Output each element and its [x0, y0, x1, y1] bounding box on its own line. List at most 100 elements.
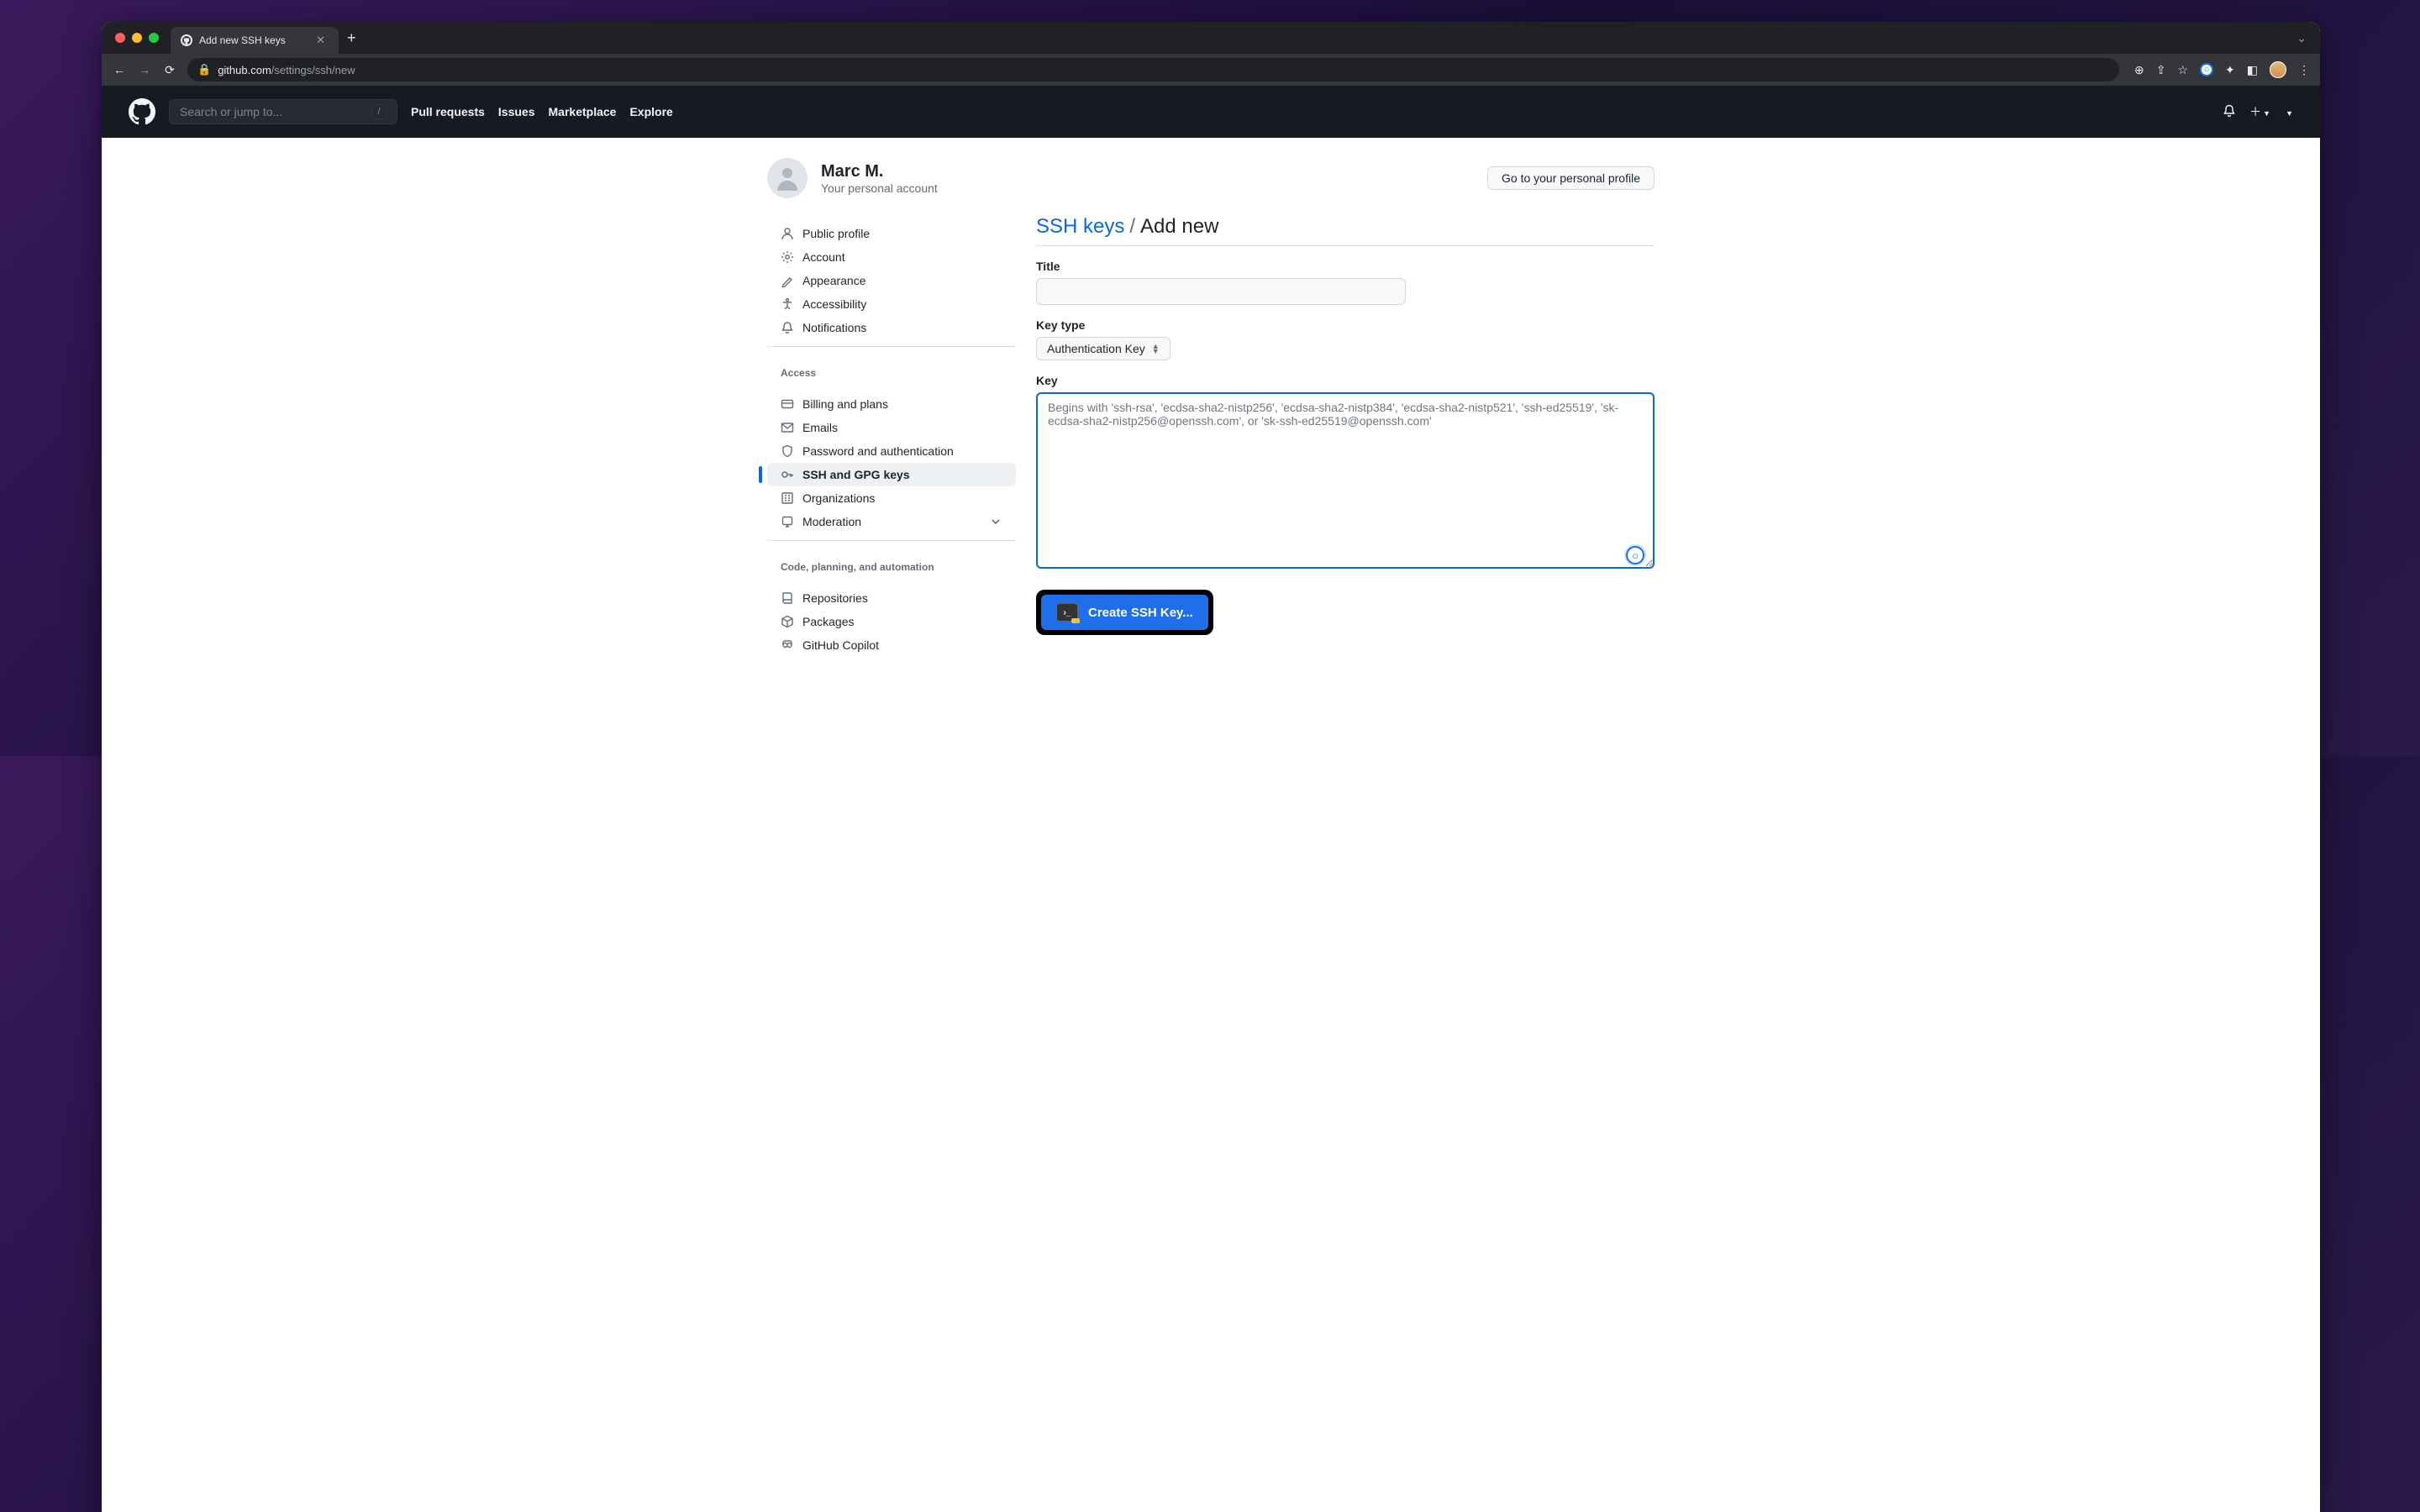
notifications-icon[interactable]: [2223, 104, 2236, 120]
sidebar-item-appearance[interactable]: Appearance: [767, 269, 1016, 292]
access-icon: [781, 297, 794, 311]
nav-explore[interactable]: Explore: [629, 105, 672, 118]
repo-icon: [781, 591, 794, 605]
traffic-lights: [110, 33, 171, 43]
toolbar-actions: ⊕ ⇪ ☆ ○ ✦ ◧ ⋮: [2129, 61, 2310, 78]
maximize-window-button[interactable]: [149, 33, 159, 43]
sidebar-item-label: SSH and GPG keys: [802, 468, 910, 481]
profile-avatar: [767, 158, 808, 198]
toolbar: ← → ⟳ 🔒 github.com/settings/ssh/new ⊕ ⇪ …: [102, 54, 2320, 86]
sidebar-item-label: Moderation: [802, 515, 861, 528]
github-favicon: [181, 34, 192, 46]
profile-avatar-button[interactable]: [2270, 61, 2286, 78]
bell-icon: [781, 321, 794, 334]
profile-name: Marc M.: [821, 161, 938, 181]
github-logo[interactable]: [129, 98, 155, 125]
nav-pull-requests[interactable]: Pull requests: [411, 105, 485, 118]
tab-strip: Add new SSH keys ✕ + ⌄: [102, 22, 2320, 54]
keytype-select[interactable]: Authentication Key ▲▼: [1036, 337, 1171, 360]
sidebar-item-label: Notifications: [802, 321, 866, 334]
mail-icon: [781, 421, 794, 434]
onepassword-inline-icon[interactable]: ○: [1626, 546, 1644, 564]
nav-marketplace[interactable]: Marketplace: [549, 105, 617, 118]
search-placeholder: Search or jump to...: [180, 105, 282, 118]
title-input[interactable]: [1036, 278, 1406, 305]
create-ssh-key-button[interactable]: ›_ Create SSH Key...: [1041, 595, 1208, 630]
card-icon: [781, 397, 794, 411]
create-ssh-key-label: Create SSH Key...: [1088, 606, 1193, 620]
url-path: /settings/ssh/new: [271, 64, 355, 76]
reload-button[interactable]: ⟳: [162, 63, 177, 77]
copilot-icon: [781, 638, 794, 652]
bookmark-icon[interactable]: ☆: [2177, 63, 2188, 77]
person-icon: [781, 227, 794, 240]
profile-row: Marc M. Your personal account Go to your…: [767, 158, 1655, 198]
sidebar-item-label: Organizations: [802, 491, 875, 505]
sidebar-item-github-copilot[interactable]: GitHub Copilot: [767, 633, 1016, 657]
zoom-icon[interactable]: ⊕: [2134, 63, 2144, 77]
mod-icon: [781, 515, 794, 528]
sidebar-item-label: Repositories: [802, 591, 868, 605]
create-menu-button[interactable]: ＋▼: [2249, 103, 2270, 120]
sidebar-item-public-profile[interactable]: Public profile: [767, 222, 1016, 245]
primary-nav: Pull requests Issues Marketplace Explore: [411, 105, 673, 118]
sidebar-item-repositories[interactable]: Repositories: [767, 586, 1016, 610]
sidebar-item-billing-and-plans[interactable]: Billing and plans: [767, 392, 1016, 416]
sidebar-item-organizations[interactable]: Organizations: [767, 486, 1016, 510]
slash-shortcut-badge: /: [371, 104, 387, 119]
sidebar-item-password-and-authentication[interactable]: Password and authentication: [767, 439, 1016, 463]
kebab-menu-button[interactable]: ⋮: [2298, 63, 2310, 77]
terminal-icon: ›_: [1056, 603, 1078, 622]
close-window-button[interactable]: [115, 33, 125, 43]
sidebar-section-code: Code, planning, and automation: [767, 548, 1016, 580]
new-tab-button[interactable]: +: [339, 29, 365, 47]
sidebar-item-account[interactable]: Account: [767, 245, 1016, 269]
gear-icon: [781, 250, 794, 264]
global-search-input[interactable]: Search or jump to... /: [169, 99, 397, 124]
tabs-menu-button[interactable]: ⌄: [2296, 31, 2312, 45]
url-domain: github.com: [218, 64, 271, 76]
keytype-value: Authentication Key: [1047, 342, 1145, 355]
user-menu-button[interactable]: ▼: [2284, 105, 2293, 118]
header-right: ＋▼ ▼: [2223, 103, 2293, 120]
minimize-window-button[interactable]: [132, 33, 142, 43]
title-label: Title: [1036, 260, 1655, 273]
sidebar-section-access: Access: [767, 354, 1016, 386]
sidebar-item-packages[interactable]: Packages: [767, 610, 1016, 633]
breadcrumb-current: Add new: [1140, 215, 1218, 239]
address-bar[interactable]: 🔒 github.com/settings/ssh/new: [187, 58, 2119, 81]
sidebar-item-moderation[interactable]: Moderation: [767, 510, 1016, 533]
breadcrumb: SSH keys / Add new: [1036, 215, 1655, 246]
lock-icon: 🔒: [197, 63, 211, 76]
key-icon: [781, 468, 794, 481]
create-ssh-key-wrapper: ›_ Create SSH Key...: [1036, 590, 1213, 635]
main-panel: SSH keys / Add new Title Key type Authen…: [1036, 215, 1655, 670]
close-tab-button[interactable]: ✕: [313, 33, 329, 48]
sidebar-item-label: GitHub Copilot: [802, 638, 879, 652]
nav-issues[interactable]: Issues: [498, 105, 535, 118]
page-content: Marc M. Your personal account Go to your…: [102, 138, 2320, 1512]
sidebar-item-label: Billing and plans: [802, 397, 888, 411]
sidebar-item-accessibility[interactable]: Accessibility: [767, 292, 1016, 316]
browser-window: Add new SSH keys ✕ + ⌄ ← → ⟳ 🔒 github.co…: [102, 22, 2320, 1512]
sidebar-item-emails[interactable]: Emails: [767, 416, 1016, 439]
share-icon[interactable]: ⇪: [2156, 63, 2166, 77]
tab-title: Add new SSH keys: [199, 34, 286, 46]
org-icon: [781, 491, 794, 505]
browser-tab[interactable]: Add new SSH keys ✕: [171, 27, 339, 54]
shield-icon: [781, 444, 794, 458]
onepassword-extension-icon[interactable]: ○: [2200, 63, 2213, 76]
chevron-down-icon: [989, 515, 1002, 528]
extensions-icon[interactable]: ✦: [2225, 63, 2235, 77]
sidepanel-icon[interactable]: ◧: [2247, 63, 2258, 77]
settings-sidebar: Public profileAccountAppearance Accessibi…: [767, 215, 1016, 670]
sidebar-item-notifications[interactable]: Notifications: [767, 316, 1016, 339]
breadcrumb-ssh-keys-link[interactable]: SSH keys: [1036, 215, 1124, 239]
forward-button[interactable]: →: [137, 63, 152, 76]
key-textarea[interactable]: [1036, 392, 1655, 569]
sidebar-item-label: Accessibility: [802, 297, 866, 311]
go-to-profile-button[interactable]: Go to your personal profile: [1487, 166, 1655, 190]
back-button[interactable]: ←: [112, 63, 127, 76]
sidebar-item-ssh-and-gpg-keys[interactable]: SSH and GPG keys: [767, 463, 1016, 486]
sidebar-item-label: Emails: [802, 421, 838, 434]
